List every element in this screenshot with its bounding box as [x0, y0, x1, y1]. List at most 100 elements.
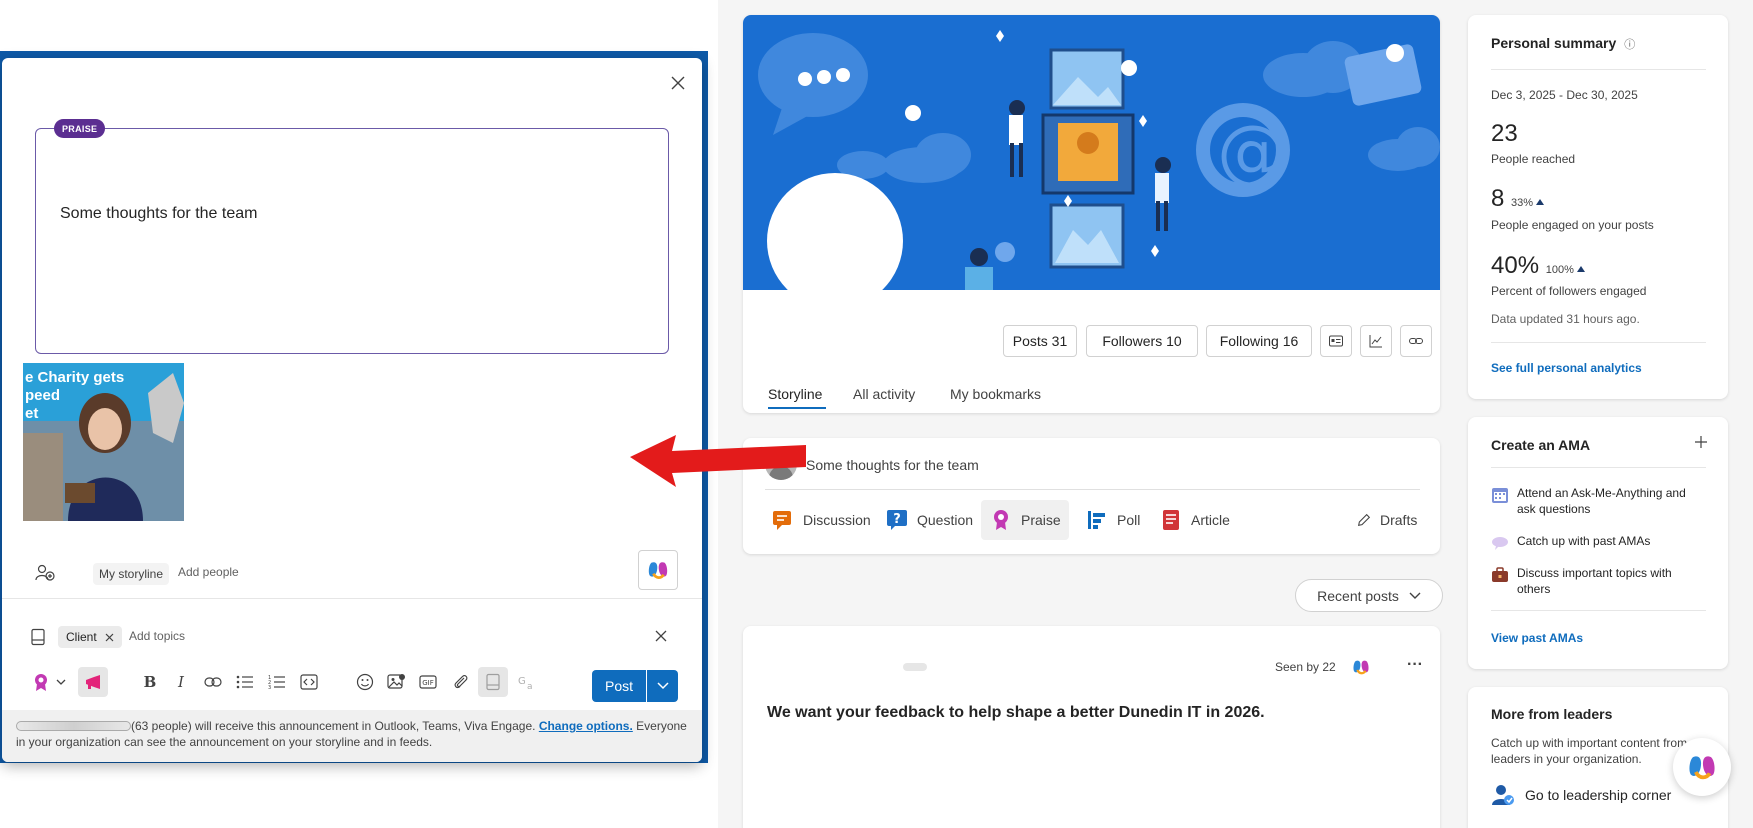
- praise-badge-picker[interactable]: [30, 671, 52, 693]
- post-button[interactable]: Post: [592, 670, 646, 702]
- attach-file-icon[interactable]: [450, 671, 472, 693]
- author-name-placeholder: [903, 663, 927, 671]
- active-tab-indicator: [768, 407, 826, 409]
- post-type-poll[interactable]: Poll: [1077, 500, 1148, 540]
- leadership-corner-link[interactable]: Go to leadership corner: [1491, 783, 1671, 807]
- engaged-delta: 33%: [1511, 197, 1534, 209]
- tab-my-bookmarks[interactable]: My bookmarks: [950, 386, 1041, 402]
- tab-storyline[interactable]: Storyline: [768, 386, 822, 402]
- post-type-poll-label: Poll: [1117, 512, 1141, 528]
- chat-bubble-icon: [1492, 537, 1508, 550]
- bullet-list-icon[interactable]: [234, 671, 256, 693]
- post-title: We want your feedback to help shape a be…: [767, 704, 1265, 721]
- post-options-dropdown[interactable]: [647, 670, 678, 702]
- ama-item-attend: Attend an Ask-Me-Anything and ask questi…: [1491, 485, 1706, 517]
- change-options-link[interactable]: Change options.: [539, 719, 633, 733]
- insert-image-icon[interactable]: [385, 671, 407, 693]
- topic-icon: [486, 673, 500, 691]
- ama-item-discuss: Discuss important topics with others: [1491, 565, 1706, 597]
- followers-label: Percent of followers engaged: [1491, 284, 1647, 298]
- translate-icon[interactable]: Ga: [516, 671, 538, 693]
- analytics-button[interactable]: [1360, 325, 1392, 357]
- engaged-value: 8: [1491, 185, 1505, 212]
- followers-value: 40%: [1491, 252, 1540, 279]
- close-icon[interactable]: [669, 74, 687, 92]
- copilot-button[interactable]: [638, 550, 678, 590]
- announcement-notice: (63 people) will receive this announceme…: [2, 710, 702, 762]
- reached-label: People reached: [1491, 152, 1576, 166]
- svg-text:@: @: [1217, 110, 1287, 192]
- see-full-analytics-link[interactable]: See full personal analytics: [1491, 361, 1642, 375]
- date-range: Dec 3, 2025 - Dec 30, 2025: [1491, 88, 1638, 102]
- seen-by-count[interactable]: Seen by 22: [1275, 660, 1336, 674]
- praise-badge: PRAISE: [54, 119, 106, 138]
- attachment-caption: e Charity gets peed et: [25, 369, 125, 422]
- profile-avatar[interactable]: [767, 173, 903, 309]
- drafts-button[interactable]: Drafts: [1348, 500, 1425, 540]
- calendar-icon: [1492, 488, 1508, 503]
- post-type-discussion[interactable]: Discussion: [763, 500, 879, 540]
- copy-link-button[interactable]: [1400, 325, 1432, 357]
- svg-text:3: 3: [268, 685, 271, 690]
- attached-image[interactable]: e Charity gets peed et: [23, 363, 184, 521]
- badge-dropdown[interactable]: [54, 671, 68, 693]
- message-text[interactable]: Some thoughts for the team: [60, 205, 257, 223]
- italic-icon[interactable]: I: [170, 671, 192, 693]
- posts-count-button[interactable]: Posts 31: [1003, 325, 1077, 357]
- followers-count-button[interactable]: Followers 10: [1086, 325, 1198, 357]
- personal-summary-title: Personal summary ⓘ: [1491, 35, 1635, 52]
- divider: [1491, 69, 1706, 70]
- poll-icon: [1088, 511, 1105, 529]
- divider: [1491, 342, 1706, 343]
- info-icon[interactable]: ⓘ: [1624, 39, 1635, 51]
- engaged-row: 8 33%: [1491, 185, 1545, 213]
- add-people-icon[interactable]: [35, 563, 55, 583]
- more-from-leaders-desc: Catch up with important content from lea…: [1491, 736, 1688, 766]
- topic-icon: [31, 628, 45, 646]
- svg-text:G: G: [518, 676, 526, 687]
- view-past-amas-link[interactable]: View past AMAs: [1491, 631, 1583, 645]
- close-icon[interactable]: [654, 629, 668, 643]
- add-topics-input[interactable]: Add topics: [129, 629, 185, 643]
- more-options-button[interactable]: ···: [1407, 656, 1423, 674]
- composer-input[interactable]: Some thoughts for the team: [806, 457, 979, 473]
- remove-topic-icon[interactable]: [105, 633, 114, 642]
- praise-ribbon-icon: [994, 510, 1008, 530]
- tab-all-activity[interactable]: All activity: [853, 386, 915, 402]
- post-type-praise[interactable]: Praise: [981, 500, 1069, 540]
- topic-chip-label: Client: [66, 630, 97, 644]
- numbered-list-icon[interactable]: 123: [266, 671, 288, 693]
- followers-row: 40% 100%: [1491, 252, 1585, 280]
- message-editor[interactable]: [35, 128, 669, 354]
- post-type-article[interactable]: Article: [1151, 500, 1238, 540]
- trend-up-icon: [1536, 199, 1545, 205]
- megaphone-icon: [86, 675, 100, 689]
- engaged-label: People engaged on your posts: [1491, 218, 1654, 232]
- audience-chip[interactable]: My storyline: [93, 563, 170, 585]
- create-ama-card: Create an AMA Attend an Ask-Me-Anything …: [1468, 417, 1728, 669]
- topic-chip-client[interactable]: Client: [58, 626, 122, 648]
- redacted-group-name: [16, 721, 131, 731]
- more-from-leaders-title: More from leaders: [1491, 706, 1613, 722]
- gif-icon[interactable]: GIF: [417, 671, 439, 693]
- copilot-icon: [1689, 756, 1715, 780]
- post-type-question[interactable]: ? Question: [877, 500, 981, 540]
- code-block-icon[interactable]: [298, 671, 320, 693]
- link-icon[interactable]: [202, 671, 224, 693]
- add-icon[interactable]: [1694, 435, 1708, 449]
- announcement-toggle[interactable]: [78, 667, 108, 697]
- profile-card-button[interactable]: [1320, 325, 1352, 357]
- topic-toggle[interactable]: [478, 667, 508, 697]
- praise-ribbon-icon: [35, 674, 47, 691]
- create-ama-title: Create an AMA: [1491, 437, 1591, 453]
- sort-dropdown[interactable]: Recent posts: [1295, 579, 1443, 612]
- reached-value: 23: [1491, 120, 1518, 147]
- ama-item-discuss-label: Discuss important topics with others: [1517, 566, 1672, 596]
- bold-icon[interactable]: B: [139, 671, 161, 693]
- following-count-button[interactable]: Following 16: [1206, 325, 1312, 357]
- copilot-icon[interactable]: [1352, 658, 1370, 676]
- add-people-input[interactable]: Add people: [178, 565, 239, 579]
- copilot-floating-button[interactable]: [1673, 738, 1731, 796]
- emoji-icon[interactable]: [354, 671, 376, 693]
- profile-card: @ Posts 31 Followers 10 Following 16 Sto…: [743, 15, 1440, 413]
